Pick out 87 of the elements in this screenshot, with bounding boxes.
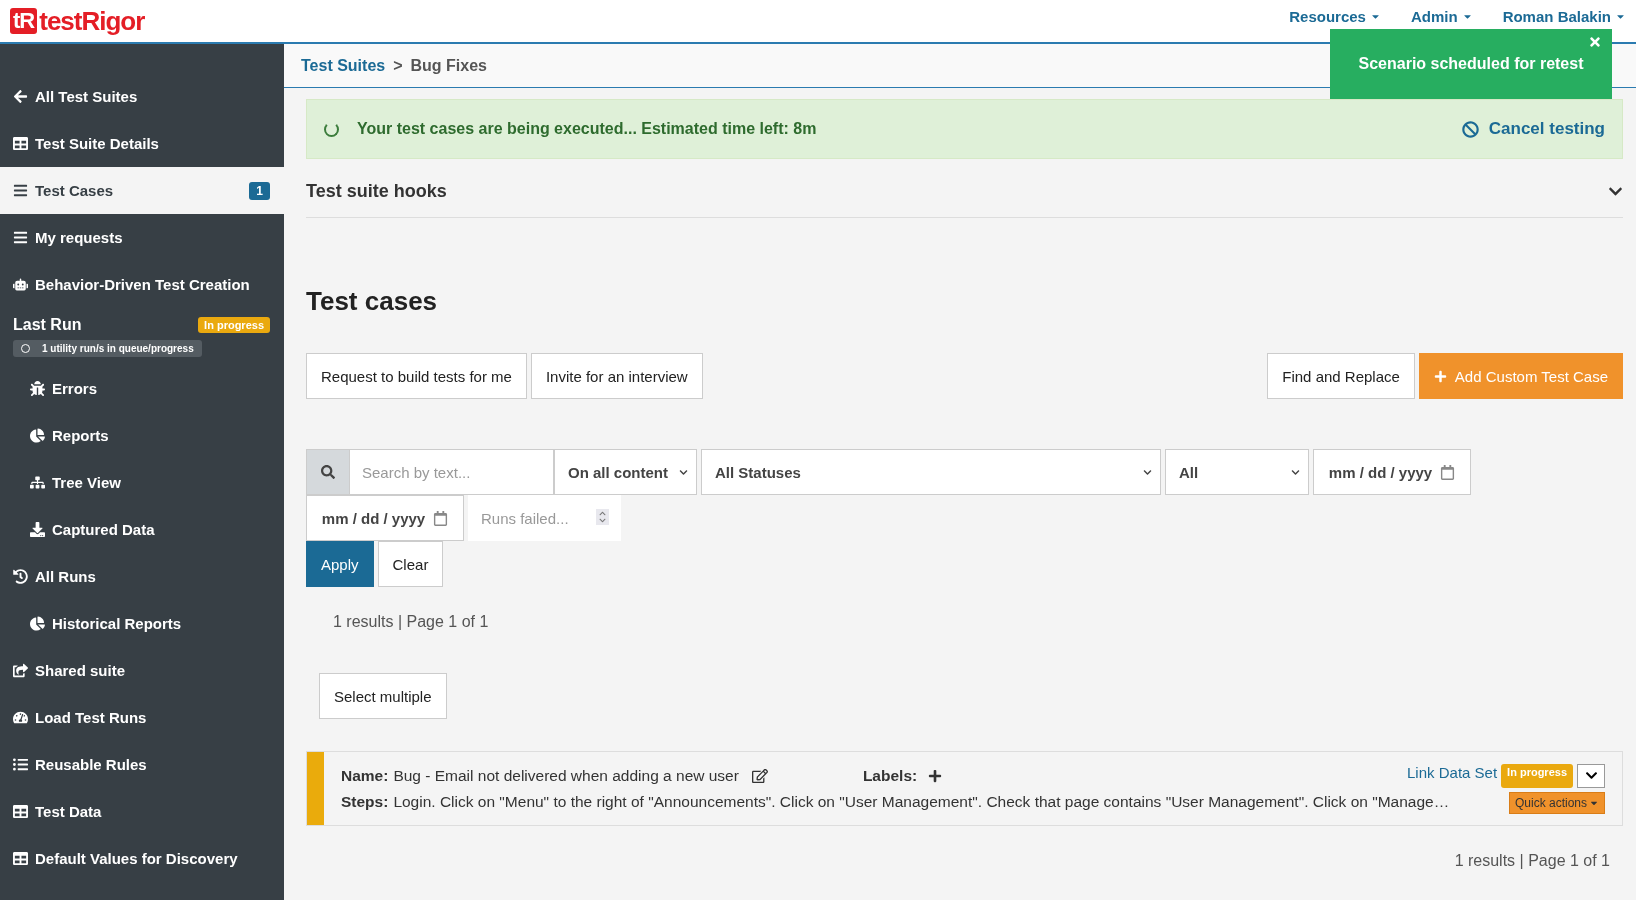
list-icon [13, 183, 28, 198]
arrow-left-icon [13, 89, 28, 104]
close-icon[interactable] [1588, 35, 1602, 49]
plus-icon [1433, 369, 1447, 383]
breadcrumb-separator: > [393, 56, 403, 75]
test-case-name: Bug - Email not delivered when adding a new user [393, 766, 739, 785]
bug-icon [30, 381, 45, 396]
chevron-down-icon [1291, 467, 1300, 477]
runs-failed-field[interactable]: Runs failed... [468, 495, 621, 541]
name-label: Name: [341, 766, 389, 785]
sidebar-item[interactable]: Captured Data [0, 506, 284, 553]
page-heading: Test cases [306, 286, 439, 317]
sidebar-item[interactable]: All Runs [0, 553, 284, 600]
logo-text: testRigor [39, 5, 145, 37]
sidebar-item[interactable]: Errors [0, 365, 284, 412]
apply-button[interactable]: Apply [306, 541, 374, 587]
sidebar-item[interactable]: My requests [0, 214, 284, 261]
status-badge: In progress [198, 317, 270, 333]
date-field[interactable]: mm / dd / yyyy [306, 495, 464, 541]
nav-menu-link[interactable]: Resources [1289, 8, 1381, 25]
quick-actions-button[interactable]: Quick actions [1508, 791, 1605, 814]
sitemap-icon [30, 475, 45, 490]
toast-message: Scenario scheduled for retest [1358, 55, 1584, 73]
table-icon [13, 804, 28, 819]
calendar-icon [1440, 464, 1456, 480]
pie-chart-icon [30, 616, 45, 631]
hooks-title: Test suite hooks [306, 181, 447, 202]
share-icon [13, 663, 28, 678]
link-data-set[interactable]: Link Data Set [1407, 763, 1498, 788]
sidebar-item[interactable]: Reports [0, 412, 284, 459]
list-icon [13, 230, 28, 245]
status-dropdown[interactable]: All Statuses [701, 449, 1161, 495]
pie-chart-icon [30, 428, 45, 443]
sidebar-item[interactable]: Tree View [0, 459, 284, 506]
table-icon [13, 851, 28, 866]
chevron-down-icon [679, 467, 688, 477]
sidebar-item[interactable]: Reusable Rules [0, 741, 284, 788]
queue-note: 1 utility run/s in queue/progress [13, 340, 202, 357]
sidebar-item[interactable]: Load Test Runs [0, 694, 284, 741]
sidebar-item[interactable]: Historical Reports [0, 600, 284, 647]
banner-message: Your test cases are being executed... Estimated time left: 8m [357, 120, 817, 138]
clear-button[interactable]: Clear [377, 541, 444, 587]
sidebar-item[interactable]: Default Values for Discovery [0, 835, 284, 882]
history-icon [13, 569, 28, 584]
expand-button[interactable] [1577, 763, 1605, 788]
spinner-arrows-icon[interactable] [596, 509, 609, 525]
breadcrumb-link[interactable]: Test Suites [301, 56, 386, 75]
search-icon [306, 449, 350, 495]
sidebar-item[interactable]: Behavior-Driven Test Creation [0, 261, 284, 308]
list-icon [13, 757, 28, 772]
sidebar-item[interactable]: Test Data [0, 788, 284, 835]
search-field[interactable]: Search by text... [350, 449, 554, 495]
action-button[interactable]: Invite for an interview [530, 353, 703, 399]
edit-icon[interactable] [751, 767, 768, 784]
cancel-testing-link[interactable]: Cancel testing [1461, 119, 1605, 139]
sidebar-item[interactable]: Test Suite Details [0, 120, 284, 167]
action-button[interactable]: Find and Replace [1267, 353, 1415, 399]
calendar-icon [433, 510, 449, 526]
test-case-steps: Login. Click on "Menu" to the right of "Announcements". Click on "User Management". Check that page contains "User Management". Click on "Manage… [393, 792, 1450, 811]
download-icon [30, 522, 45, 537]
plus-icon[interactable] [928, 768, 943, 783]
chevron-down-icon [1584, 769, 1598, 782]
sidebar-item[interactable]: Shared suite [0, 647, 284, 694]
sidebar-item[interactable]: Test Cases 1 [0, 167, 284, 214]
type-dropdown[interactable]: All [1165, 449, 1309, 495]
results-summary: 1 results | Page 1 of 1 [1454, 852, 1610, 870]
count-badge: 1 [249, 181, 270, 200]
logo-mark: tR [10, 8, 38, 34]
steps-label: Steps: [341, 792, 389, 811]
sidebar-item[interactable]: All Test Suites [0, 73, 284, 120]
labels-label: Labels: [862, 766, 918, 785]
robot-icon [13, 277, 28, 292]
breadcrumb-current: Bug Fixes [410, 56, 487, 75]
table-icon [13, 136, 28, 151]
status-badge: In progress [1501, 763, 1573, 788]
nav-menu-link[interactable]: Admin [1410, 8, 1473, 25]
hooks-header[interactable]: Test suite hooks [306, 166, 1623, 218]
ban-icon [1461, 120, 1479, 138]
chevron-down-icon [1143, 467, 1152, 477]
last-run-title: Last Run [13, 316, 82, 334]
date-field[interactable]: mm / dd / yyyy [1313, 449, 1471, 495]
scope-dropdown[interactable]: On all content [554, 449, 697, 495]
select-multiple-button[interactable]: Select multiple [319, 673, 447, 719]
action-button[interactable]: Request to build tests for me [306, 353, 527, 399]
nav-menu-link[interactable]: Roman Balakin [1502, 8, 1626, 25]
results-summary: 1 results | Page 1 of 1 [333, 613, 490, 631]
gauge-icon [13, 710, 28, 725]
